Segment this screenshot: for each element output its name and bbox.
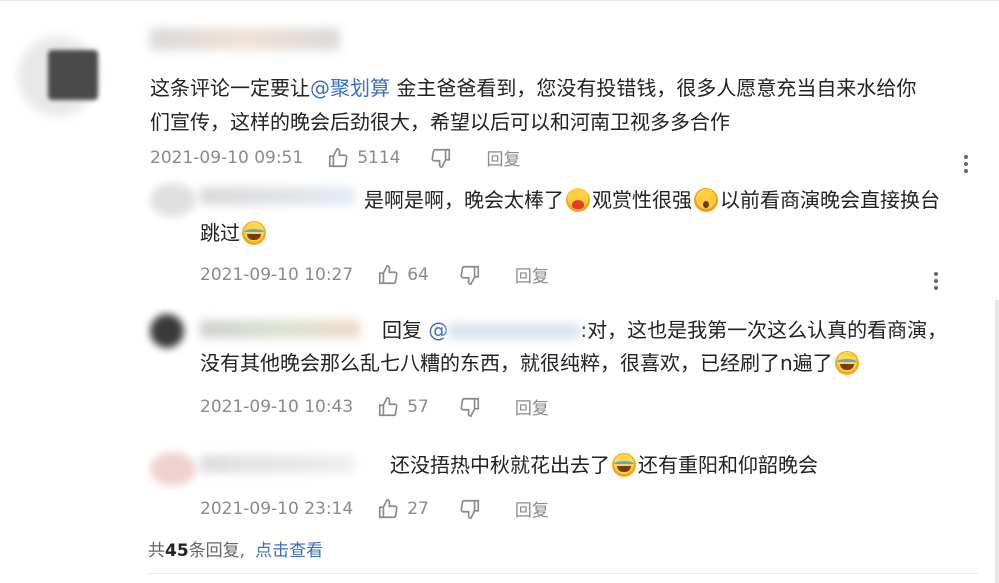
laugh-cry-emoji-icon	[242, 221, 266, 245]
timestamp: 2021-09-10 09:51	[150, 147, 304, 168]
reply-text: :对，这也是我第一次这么认真的看商演，	[580, 318, 948, 342]
like-button[interactable]: 57	[377, 396, 429, 418]
timestamp: 2021-09-10 23:14	[200, 498, 354, 519]
bottom-divider	[148, 573, 978, 574]
timestamp: 2021-09-10 10:43	[200, 396, 354, 417]
username-blurred[interactable]	[200, 320, 360, 338]
thumbs-down-icon	[460, 397, 479, 417]
thumbs-up-icon	[379, 498, 398, 518]
reply-text-line2: 没有其他晚会那么乱七八糟的东西，就很纯粹，很喜欢，已经刷了n遍了	[200, 346, 861, 380]
reply-meta: 2021-09-10 10:27 64 回复	[200, 262, 549, 288]
comment-text: 这条评论一定要让	[150, 76, 310, 100]
mention-link[interactable]: @聚划算	[310, 76, 390, 100]
replies-summary: 共45条回复, 点击查看	[148, 536, 323, 561]
summary-text: 共	[148, 541, 165, 561]
thumbs-down-icon	[460, 265, 479, 285]
dislike-button[interactable]	[459, 264, 481, 286]
avatar[interactable]	[150, 183, 196, 217]
reply-meta: 2021-09-10 10:43 57 回复	[200, 394, 549, 420]
view-replies-link[interactable]: 点击查看	[255, 541, 323, 561]
reply-text: 还有重阳和仰韶晚会	[638, 453, 818, 477]
reply-text-line1: 还没捂热中秋就花出去了 还有重阳和仰韶晚会	[390, 448, 818, 482]
reply-prefix: 回复	[382, 318, 429, 342]
comment-text-line1: 这条评论一定要让@聚划算 金主爸爸看到，您没有投错钱，很多人愿意充当自来水给你	[150, 71, 916, 105]
like-count: 5114	[357, 147, 401, 168]
username-blurred[interactable]	[200, 455, 355, 473]
reply-text: 观赏性很强	[592, 188, 692, 212]
reply-button[interactable]: 回复	[486, 145, 520, 170]
comment-meta: 2021-09-10 09:51 5114 回复	[150, 145, 520, 171]
shocked-emoji-icon	[694, 188, 718, 212]
reply-text: 以前看商演晚会直接换台	[720, 188, 940, 212]
like-count: 27	[407, 498, 429, 519]
scrollbar-track[interactable]	[995, 300, 999, 583]
laugh-cry-emoji-icon	[834, 351, 859, 375]
username-blurred[interactable]	[200, 187, 355, 205]
timestamp: 2021-09-10 10:27	[200, 264, 354, 285]
avatar-image	[48, 50, 98, 100]
comment-text: 金主爸爸看到，您没有投错钱，很多人愿意充当自来水给你	[390, 76, 917, 100]
more-vertical-icon[interactable]	[963, 155, 969, 173]
laugh-cry-emoji-icon	[612, 453, 636, 477]
top-divider	[0, 0, 999, 1]
like-button[interactable]: 64	[377, 264, 429, 286]
dislike-button[interactable]	[459, 396, 481, 418]
reply-text: 没有其他晚会那么乱七八糟的东西，就很纯粹，很喜欢，已经刷了n遍了	[200, 351, 833, 375]
summary-text: 条回复,	[188, 541, 246, 561]
dislike-button[interactable]	[459, 498, 481, 520]
reply-text-line1: 是啊是啊，晚会太棒了 观赏性很强 以前看商演晚会直接换台	[364, 183, 940, 217]
username-blurred[interactable]	[150, 28, 340, 50]
like-button[interactable]: 27	[377, 498, 429, 520]
thumbs-down-icon	[460, 499, 479, 519]
thumbs-up-icon	[379, 264, 398, 284]
thumbs-down-icon	[431, 148, 451, 168]
reply-button[interactable]: 回复	[515, 262, 549, 287]
reply-meta: 2021-09-10 23:14 27 回复	[200, 496, 549, 522]
mention-link[interactable]: @	[428, 318, 448, 342]
reply-text-line2: 跳过	[200, 216, 268, 250]
more-vertical-icon[interactable]	[933, 272, 939, 290]
like-count: 57	[407, 396, 429, 417]
reply-text: 还没捂热中秋就花出去了	[390, 453, 610, 477]
reply-text: 是啊是啊，晚会太棒了	[364, 188, 564, 212]
reply-button[interactable]: 回复	[515, 394, 549, 419]
thumbs-up-icon	[379, 396, 398, 416]
comment-text: 们宣传，这样的晚会后劲很大，希望以后可以和河南卫视多多合作	[150, 110, 730, 134]
mentioned-username-blurred[interactable]	[448, 323, 581, 339]
reply-button[interactable]: 回复	[515, 496, 549, 521]
reply-text: 跳过	[200, 221, 240, 245]
comment-text-line2: 们宣传，这样的晚会后劲很大，希望以后可以和河南卫视多多合作	[150, 105, 730, 139]
like-count: 64	[407, 264, 429, 285]
hug-emoji-icon	[566, 188, 590, 212]
reply-count: 45	[165, 541, 189, 561]
thumbs-up-icon	[329, 147, 348, 167]
reply-text-line1: 回复 @ :对，这也是我第一次这么认真的看商演，	[382, 313, 947, 347]
like-button[interactable]: 5114	[327, 147, 400, 169]
dislike-button[interactable]	[430, 147, 452, 169]
avatar[interactable]	[150, 452, 196, 486]
avatar[interactable]	[150, 314, 184, 348]
